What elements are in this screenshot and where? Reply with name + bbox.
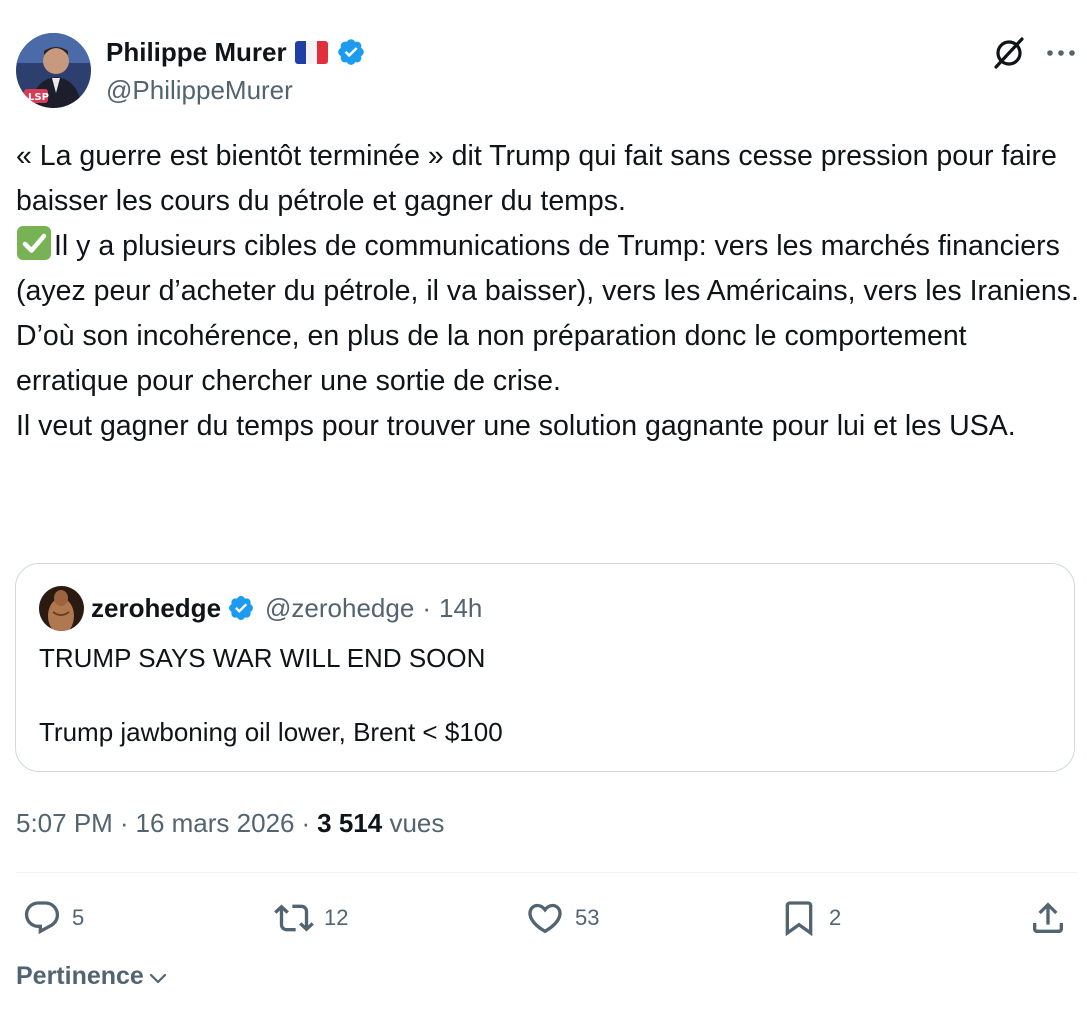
tweet-paragraph-text: Il y a plusieurs cibles de communication…: [16, 230, 1079, 307]
separator-dot: ·: [119, 808, 129, 838]
quoted-author-name[interactable]: zerohedge: [91, 592, 221, 624]
share-button[interactable]: [1028, 898, 1068, 938]
heart-icon: [528, 903, 562, 934]
divider: [16, 872, 1077, 873]
quoted-author-handle[interactable]: @zerohedge: [265, 592, 414, 624]
repost-button[interactable]: 12: [274, 898, 348, 938]
reply-count: 5: [72, 905, 85, 930]
author-name-text[interactable]: Philippe Murer: [106, 36, 287, 68]
separator-dot: ·: [301, 808, 311, 838]
tweet-text: « La guerre est bientôt terminée » dit T…: [16, 134, 1081, 449]
quoted-tweet-header: zerohedge @zerohedge · 14h: [91, 592, 482, 624]
tweet-detail: LSP Philippe Murer @PhilippeMurer « La g…: [0, 0, 1087, 1012]
more-icon[interactable]: [1044, 38, 1078, 68]
quoted-tweet-headline: TRUMP SAYS WAR WILL END SOON: [39, 643, 486, 673]
quoted-author-avatar[interactable]: [39, 586, 84, 631]
share-icon: [1033, 902, 1063, 933]
separator-dot: ·: [422, 593, 431, 623]
france-flag-icon: [294, 40, 328, 64]
bookmark-icon: [785, 901, 813, 937]
tweet-paragraph: « La guerre est bientôt terminée » dit T…: [16, 140, 1057, 217]
views-label: vues: [389, 808, 445, 838]
check-mark-button-icon: [17, 226, 51, 260]
like-count: 53: [575, 905, 600, 930]
like-button[interactable]: 53: [525, 898, 599, 938]
grok-icon[interactable]: [990, 34, 1028, 72]
tweet-paragraph: D’où son incohérence, en plus de la non …: [16, 320, 967, 397]
tweet-date[interactable]: 16 mars 2026: [136, 808, 295, 838]
verified-badge-icon: [229, 596, 253, 620]
sort-label: Pertinence: [16, 962, 144, 990]
quoted-tweet-time[interactable]: 14h: [439, 592, 482, 624]
author-handle[interactable]: @PhilippeMurer: [106, 74, 293, 106]
verified-badge-icon: [337, 39, 364, 65]
quoted-tweet-card[interactable]: zerohedge @zerohedge · 14h TRUMP SAYS WA…: [15, 563, 1075, 772]
quoted-tweet-text: Trump jawboning oil lower, Brent < $100: [39, 717, 503, 747]
replies-sort-dropdown[interactable]: Pertinence: [16, 960, 170, 992]
tweet-time[interactable]: 5:07 PM: [16, 808, 113, 838]
author-avatar[interactable]: LSP: [16, 33, 91, 108]
author-name[interactable]: Philippe Murer: [106, 36, 366, 68]
svg-text:LSP: LSP: [28, 92, 49, 103]
views-count[interactable]: 3 514: [317, 808, 382, 838]
repost-icon: [274, 904, 314, 932]
chevron-down-icon: [149, 973, 166, 984]
tweet-meta: 5:07 PM · 16 mars 2026 · 3 514 vues: [16, 807, 444, 839]
reply-button[interactable]: 5: [22, 898, 84, 938]
bookmark-count: 2: [829, 905, 842, 930]
tweet-paragraph: Il y a plusieurs cibles de communication…: [16, 224, 1081, 314]
reply-icon: [24, 901, 60, 935]
repost-count: 12: [324, 905, 349, 930]
tweet-paragraph: Il veut gagner du temps pour trouver une…: [16, 410, 1016, 442]
bookmark-button[interactable]: 2: [779, 898, 841, 938]
